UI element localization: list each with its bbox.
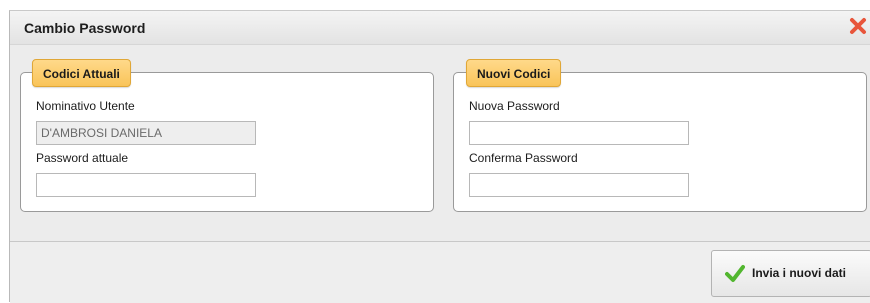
new-codes-panel: Nuovi Codici Nuova Password Conferma Pas… — [453, 59, 867, 212]
current-codes-legend: Codici Attuali — [32, 59, 131, 87]
current-codes-panel: Codici Attuali Nominativo Utente Passwor… — [20, 59, 434, 212]
dialog-title: Cambio Password — [24, 20, 146, 36]
current-password-label: Password attuale — [36, 151, 129, 165]
username-field — [36, 121, 256, 145]
check-icon — [725, 265, 745, 282]
submit-button-label: Invia i nuovi dati — [752, 266, 847, 280]
current-password-field[interactable] — [36, 173, 256, 197]
dialog-content: Codici Attuali Nominativo Utente Passwor… — [10, 45, 870, 242]
change-password-dialog: Cambio Password Codici Attuali Nominativ… — [9, 10, 870, 303]
close-button[interactable] — [848, 16, 868, 36]
dialog-titlebar: Cambio Password — [10, 11, 870, 45]
submit-new-data-button[interactable]: Invia i nuovi dati — [711, 250, 870, 297]
new-password-field[interactable] — [469, 121, 689, 145]
confirm-password-field[interactable] — [469, 173, 689, 197]
close-icon — [850, 18, 866, 34]
new-codes-legend: Nuovi Codici — [466, 59, 562, 87]
confirm-password-label: Conferma Password — [469, 151, 578, 165]
username-label: Nominativo Utente — [36, 99, 135, 113]
dialog-footer: Invia i nuovi dati — [10, 242, 870, 303]
new-password-label: Nuova Password — [469, 99, 560, 113]
